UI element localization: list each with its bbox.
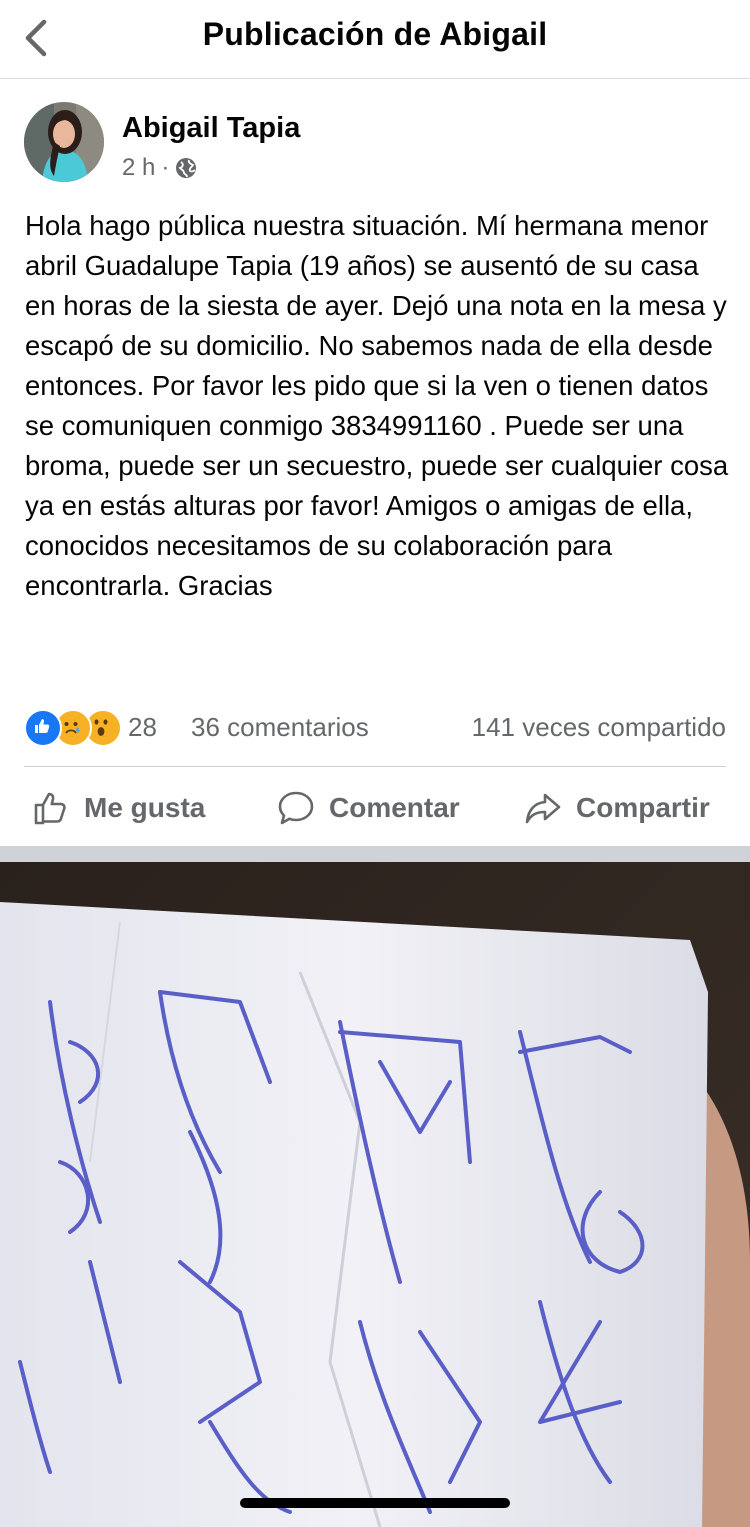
post-stats: 28 36 comentarios 141 veces compartido [24, 706, 726, 750]
post-meta: 2 h · [122, 154, 197, 182]
author-name[interactable]: Abigail Tapia [122, 112, 300, 145]
reaction-count[interactable]: 28 [128, 712, 157, 743]
like-button[interactable]: Me gusta [32, 784, 205, 832]
note-photo-image [0, 862, 750, 1527]
section-separator [0, 846, 750, 862]
post-photo[interactable] [0, 862, 750, 1527]
post-header: Abigail Tapia 2 h · [24, 102, 724, 186]
post-text: Hola hago pública nuestra situación. Mí … [25, 210, 729, 601]
comments-count[interactable]: 36 comentarios [191, 712, 369, 743]
reaction-icons[interactable] [24, 709, 122, 747]
post-actions: Me gusta Comentar Compartir [0, 776, 750, 840]
comment-button[interactable]: Comentar [277, 784, 460, 832]
divider [24, 766, 726, 767]
like-label: Me gusta [84, 792, 206, 823]
meta-separator: · [161, 154, 170, 181]
share-label: Compartir [576, 792, 710, 823]
share-button[interactable]: Compartir [524, 784, 710, 832]
shares-count[interactable]: 141 veces compartido [472, 712, 726, 743]
top-bar: Publicación de Abigail [0, 0, 750, 79]
avatar[interactable] [24, 102, 104, 182]
globe-icon [176, 158, 197, 178]
post-time[interactable]: 2 h [122, 154, 155, 182]
comment-label: Comentar [329, 792, 460, 823]
comment-icon [278, 791, 314, 825]
share-icon [525, 793, 561, 824]
page-title: Publicación de Abigail [202, 16, 548, 52]
like-icon [24, 709, 62, 747]
thumbs-up-icon [34, 792, 66, 825]
